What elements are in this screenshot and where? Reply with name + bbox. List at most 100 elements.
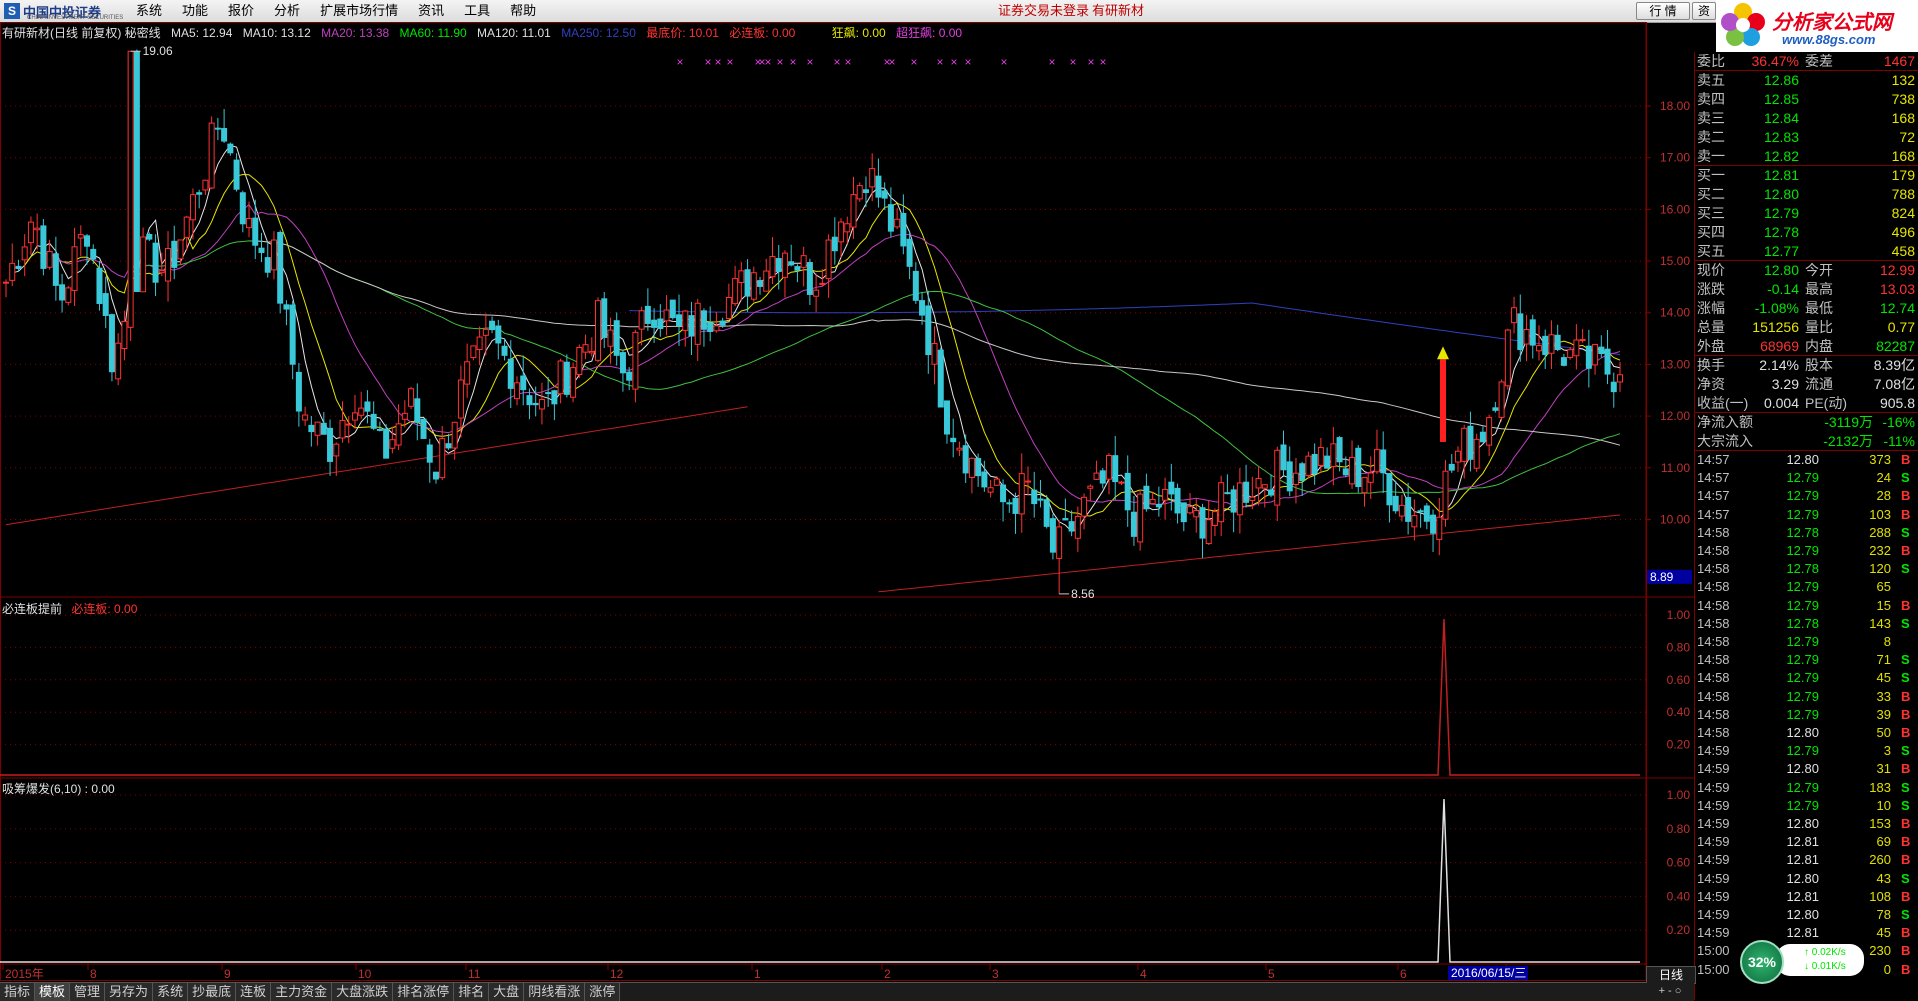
- date-axis-label: 2: [884, 967, 891, 981]
- cursor-date-label: 2016/06/15/三: [1451, 966, 1526, 980]
- candle-body: [183, 216, 190, 239]
- tick-time: 14:57: [1697, 452, 1730, 467]
- menu-item-2[interactable]: 报价: [218, 0, 264, 22]
- tick-time: 14:58: [1697, 597, 1730, 613]
- candle-body: [289, 304, 296, 365]
- stat-row: 现价 12.80 今开 12.99: [1695, 261, 1918, 279]
- candle-body: [1417, 510, 1424, 513]
- bottom-tab-3[interactable]: 另存为: [105, 983, 154, 1001]
- candle-body: [981, 471, 988, 488]
- candle-body: [1006, 502, 1013, 505]
- candle-body: [1367, 472, 1374, 483]
- candle-body: [401, 412, 408, 420]
- bottom-tab-12[interactable]: 阴线看涨: [524, 983, 586, 1001]
- period-label[interactable]: 日线: [1646, 966, 1696, 984]
- stat-value: 12.99: [1879, 262, 1915, 278]
- bottom-tab-0[interactable]: 指标: [0, 983, 36, 1001]
- bottom-tab-4[interactable]: 系统: [153, 983, 189, 1001]
- candle-body: [1373, 449, 1380, 473]
- menu-item-0[interactable]: 系统: [126, 0, 172, 22]
- candle-body: [246, 217, 253, 229]
- tick-time: 14:59: [1697, 761, 1730, 777]
- bid-price: 12.77: [1763, 243, 1799, 259]
- zoom-controls[interactable]: + - ○: [1646, 983, 1694, 999]
- tick-row: 14:59 12.80 78 S: [1695, 906, 1918, 924]
- candle-body: [52, 253, 59, 286]
- tick-time: 14:59: [1697, 925, 1730, 941]
- bottom-tab-2[interactable]: 管理: [70, 983, 106, 1001]
- bottom-tab-10[interactable]: 排名: [454, 983, 490, 1001]
- tick-time: 14:58: [1697, 615, 1730, 631]
- tick-price: 12.80: [1786, 816, 1819, 831]
- info-button[interactable]: 资: [1692, 2, 1716, 20]
- tick-price: 12.79: [1786, 688, 1819, 704]
- candle-body: [538, 399, 545, 410]
- menu-item-5[interactable]: 资讯: [408, 0, 454, 22]
- tick-volume: 10: [1876, 797, 1891, 813]
- tick-time: 15:00: [1697, 943, 1730, 959]
- fundamental-label: PE(动): [1805, 395, 1847, 411]
- tick-volume: 143: [1869, 615, 1891, 631]
- ask-price: 12.86: [1763, 72, 1799, 88]
- tick-price: 12.79: [1786, 779, 1819, 795]
- tick-price: 12.79: [1786, 634, 1819, 649]
- ma5-line: [12, 144, 1621, 532]
- stock-title: 有研新材(日线 前复权) 秘密线: [2, 26, 161, 40]
- ask-label: 卖三: [1697, 110, 1725, 126]
- candle-body: [252, 217, 259, 246]
- bottom-tab-6[interactable]: 连板: [236, 983, 272, 1001]
- candle-body: [1486, 417, 1493, 446]
- bottom-tab-9[interactable]: 排名涨停: [393, 983, 455, 1001]
- bottom-tab-7[interactable]: 主力资金: [271, 983, 333, 1001]
- bid-price: 12.79: [1763, 205, 1799, 221]
- ask-row: 卖一 12.82 168: [1695, 147, 1918, 165]
- bottom-tab-8[interactable]: 大盘涨跌: [332, 983, 394, 1001]
- menu-item-1[interactable]: 功能: [172, 0, 218, 22]
- quote-button[interactable]: 行 情: [1636, 2, 1690, 20]
- candle-body: [925, 305, 932, 356]
- menu-item-7[interactable]: 帮助: [500, 0, 546, 22]
- candle-body: [1024, 480, 1031, 483]
- fundamental-value: 8.39亿: [1873, 357, 1915, 373]
- bottom-tab-11[interactable]: 大盘: [489, 983, 525, 1001]
- ma120-label: MA120: 11.01: [477, 26, 551, 40]
- current-stock-name[interactable]: 有研新材: [1092, 0, 1144, 22]
- tick-row: 14:58 12.79 8: [1695, 633, 1918, 651]
- candle-body: [1548, 334, 1555, 354]
- candle-body: [308, 424, 315, 433]
- tick-volume: 65: [1876, 579, 1891, 595]
- trade-login-notice[interactable]: 证券交易未登录: [998, 0, 1089, 22]
- candle-body: [339, 419, 346, 439]
- menu-item-4[interactable]: 扩展市场行情: [310, 0, 408, 22]
- menu-item-3[interactable]: 分析: [264, 0, 310, 22]
- candle-body: [482, 328, 489, 336]
- bottom-tab-13[interactable]: 涨停: [585, 983, 621, 1001]
- candle-body: [1330, 443, 1337, 468]
- candle-body: [1280, 444, 1287, 471]
- bottom-tab-1[interactable]: 模板: [35, 983, 71, 1001]
- network-speed-widget[interactable]: ↑ 0.02K/s ↓ 0.01K/s 32%: [1740, 938, 1890, 984]
- candle-body: [1554, 334, 1561, 351]
- tick-volume: 33: [1876, 688, 1891, 704]
- candle-body: [919, 300, 926, 316]
- fundamental-value: 2.14%: [1759, 357, 1799, 373]
- menu-item-6[interactable]: 工具: [454, 0, 500, 22]
- candle-body: [601, 298, 608, 338]
- bottom-tab-5[interactable]: 抄最底: [188, 983, 237, 1001]
- signal-mark: ×: [1087, 55, 1094, 69]
- candle-body: [707, 322, 714, 333]
- candle-body: [1529, 319, 1536, 346]
- candle-body: [96, 267, 103, 304]
- tick-side: S: [1901, 470, 1910, 486]
- bid-label: 买四: [1697, 224, 1725, 240]
- tick-row: 14:58 12.78 288 S: [1695, 524, 1918, 542]
- stat-value: 82287: [1876, 338, 1915, 354]
- candle-body: [1124, 472, 1131, 511]
- candle-body: [1617, 374, 1623, 383]
- fundamental-row: 换手 2.14% 股本 8.39亿: [1695, 356, 1918, 374]
- ma250-label: MA250: 12.50: [561, 26, 636, 40]
- kline-chart[interactable]: 18.0017.0016.0015.0014.0013.0012.0011.00…: [0, 22, 1694, 982]
- signal-mark: ×: [910, 55, 917, 69]
- sub1-title: 必连板提前 必连板: 0.00: [2, 600, 137, 617]
- tick-time: 14:58: [1697, 634, 1730, 649]
